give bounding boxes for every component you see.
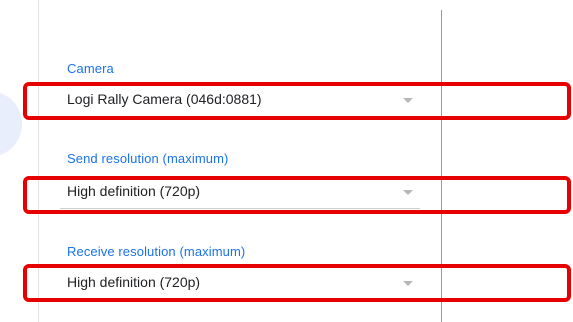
camera-highlight-box — [23, 82, 571, 120]
receive-resolution-label: Receive resolution (maximum) — [67, 244, 246, 259]
send-resolution-highlight-box — [23, 176, 571, 214]
decorative-circle — [0, 92, 22, 156]
settings-panel: Camera Logi Rally Camera (046d:0881) Sen… — [0, 0, 573, 322]
receive-resolution-highlight-box — [23, 264, 571, 302]
send-resolution-label: Send resolution (maximum) — [67, 151, 229, 166]
camera-label: Camera — [67, 61, 114, 76]
